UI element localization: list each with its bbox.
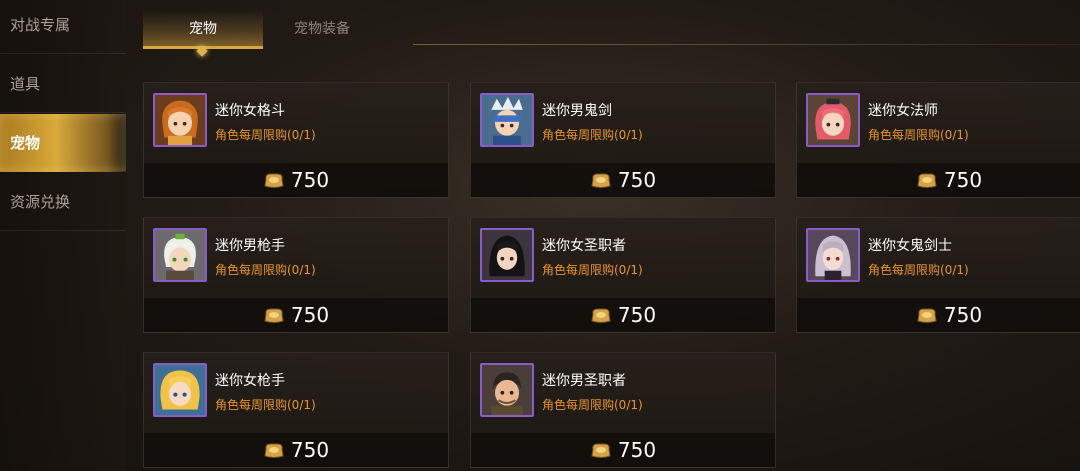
gold-coin-pouch-icon	[591, 308, 611, 323]
price-value: 750	[943, 303, 983, 327]
gold-coin-pouch-icon	[591, 173, 611, 188]
female-mage-portrait-icon	[806, 93, 860, 147]
pet-card-info: 迷你女枪手 角色每周限购(0/1)	[144, 353, 448, 433]
price-row: 750	[797, 163, 1080, 197]
price-value: 750	[290, 303, 330, 327]
pet-card[interactable]: 迷你女法师 角色每周限购(0/1) 750	[796, 82, 1080, 198]
pet-card[interactable]: 迷你女鬼剑士 角色每周限购(0/1) 750	[796, 217, 1080, 333]
pet-card[interactable]: 迷你男枪手 角色每周限购(0/1) 750	[143, 217, 449, 333]
pet-name: 迷你女圣职者	[542, 238, 626, 254]
purchase-limit: 角色每周限购(0/1)	[542, 398, 643, 412]
pet-card-info: 迷你男圣职者 角色每周限购(0/1)	[471, 353, 775, 433]
pet-card-info: 迷你女法师 角色每周限购(0/1)	[797, 83, 1080, 163]
pet-name: 迷你女枪手	[215, 373, 285, 389]
gold-coin-pouch-icon	[917, 308, 937, 323]
price-value: 750	[290, 168, 330, 192]
pet-card-info: 迷你男鬼剑 角色每周限购(0/1)	[471, 83, 775, 163]
purchase-limit: 角色每周限购(0/1)	[542, 128, 643, 142]
purchase-limit: 角色每周限购(0/1)	[215, 128, 316, 142]
pet-shop-grid: 迷你女格斗 角色每周限购(0/1) 750 迷你男鬼剑 角色每周限购(0/1) …	[0, 0, 1080, 471]
male-slayer-portrait-icon	[480, 93, 534, 147]
price-row: 750	[471, 298, 775, 332]
gold-coin-pouch-icon	[917, 173, 937, 188]
pet-card-info: 迷你女鬼剑士 角色每周限购(0/1)	[797, 218, 1080, 298]
pet-card-info: 迷你女圣职者 角色每周限购(0/1)	[471, 218, 775, 298]
female-gunner-portrait-icon	[153, 363, 207, 417]
price-row: 750	[144, 163, 448, 197]
female-fighter-portrait-icon	[153, 93, 207, 147]
pet-name: 迷你男枪手	[215, 238, 285, 254]
pet-card-info: 迷你女格斗 角色每周限购(0/1)	[144, 83, 448, 163]
gold-coin-pouch-icon	[264, 173, 284, 188]
pet-name: 迷你男鬼剑	[542, 103, 612, 119]
female-priest-portrait-icon	[480, 228, 534, 282]
pet-name: 迷你女鬼剑士	[868, 238, 952, 254]
purchase-limit: 角色每周限购(0/1)	[215, 263, 316, 277]
purchase-limit: 角色每周限购(0/1)	[868, 128, 969, 142]
purchase-limit: 角色每周限购(0/1)	[215, 398, 316, 412]
pet-card[interactable]: 迷你男鬼剑 角色每周限购(0/1) 750	[470, 82, 776, 198]
pet-card[interactable]: 迷你男圣职者 角色每周限购(0/1) 750	[470, 352, 776, 468]
price-value: 750	[617, 438, 657, 462]
pet-name: 迷你女格斗	[215, 103, 285, 119]
gold-coin-pouch-icon	[591, 443, 611, 458]
pet-card[interactable]: 迷你女格斗 角色每周限购(0/1) 750	[143, 82, 449, 198]
price-value: 750	[617, 168, 657, 192]
price-row: 750	[471, 163, 775, 197]
price-row: 750	[144, 433, 448, 467]
price-value: 750	[290, 438, 330, 462]
pet-name: 迷你女法师	[868, 103, 938, 119]
male-priest-portrait-icon	[480, 363, 534, 417]
pet-name: 迷你男圣职者	[542, 373, 626, 389]
gold-coin-pouch-icon	[264, 308, 284, 323]
purchase-limit: 角色每周限购(0/1)	[542, 263, 643, 277]
male-gunner-portrait-icon	[153, 228, 207, 282]
price-value: 750	[943, 168, 983, 192]
female-slayer-portrait-icon	[806, 228, 860, 282]
pet-card-info: 迷你男枪手 角色每周限购(0/1)	[144, 218, 448, 298]
purchase-limit: 角色每周限购(0/1)	[868, 263, 969, 277]
pet-card[interactable]: 迷你女枪手 角色每周限购(0/1) 750	[143, 352, 449, 468]
price-row: 750	[797, 298, 1080, 332]
price-row: 750	[471, 433, 775, 467]
pet-card[interactable]: 迷你女圣职者 角色每周限购(0/1) 750	[470, 217, 776, 333]
gold-coin-pouch-icon	[264, 443, 284, 458]
price-row: 750	[144, 298, 448, 332]
price-value: 750	[617, 303, 657, 327]
